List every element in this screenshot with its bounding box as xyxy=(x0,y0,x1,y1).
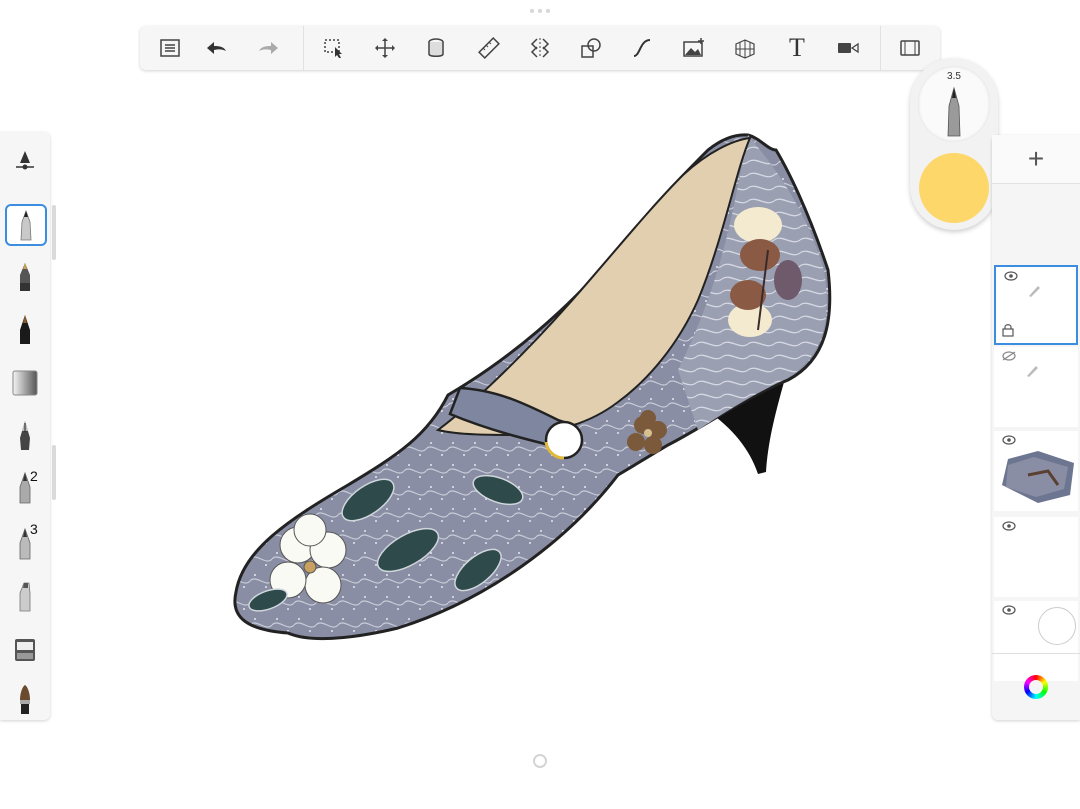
ink-pen-brush-icon[interactable] xyxy=(5,309,45,349)
fineliner-badge: 3 xyxy=(30,521,38,537)
layer-4[interactable] xyxy=(994,517,1078,597)
layer-1[interactable] xyxy=(994,265,1078,345)
fountain-pen-brush-icon[interactable] xyxy=(5,415,45,455)
layer-2[interactable] xyxy=(994,347,1078,427)
time-lapse-icon[interactable] xyxy=(832,32,864,64)
layer-thumbnail xyxy=(1027,366,1038,377)
toolbar-separator xyxy=(880,26,881,70)
brush-scroll-indicator[interactable] xyxy=(52,205,56,260)
import-image-icon[interactable] xyxy=(678,32,710,64)
color-wheel-icon[interactable] xyxy=(1024,675,1048,699)
drawing-canvas[interactable] xyxy=(228,130,848,650)
paintbrush-brush-icon[interactable] xyxy=(5,679,45,719)
curve-icon[interactable] xyxy=(626,32,658,64)
layer-3[interactable] xyxy=(994,431,1078,511)
brush-settings-icon[interactable] xyxy=(5,140,45,180)
background-layer[interactable] xyxy=(994,601,1078,681)
layer-panel: + xyxy=(992,135,1080,720)
perspective-icon[interactable] xyxy=(729,32,761,64)
fill-icon[interactable] xyxy=(420,32,452,64)
panel-divider xyxy=(992,653,1080,654)
paint-bucket-brush-icon[interactable] xyxy=(5,628,45,668)
text-tool-icon[interactable]: T xyxy=(781,32,813,64)
home-indicator[interactable] xyxy=(533,754,547,768)
ruler-icon[interactable] xyxy=(473,32,505,64)
eye-icon[interactable] xyxy=(1004,271,1018,281)
current-brush-icon xyxy=(947,86,961,137)
symmetry-icon[interactable] xyxy=(524,32,556,64)
marker-brush-icon[interactable] xyxy=(5,256,45,296)
chisel-brush-icon[interactable] xyxy=(5,576,45,616)
eraser-brush-icon[interactable] xyxy=(5,362,45,402)
brush-scroll-indicator[interactable] xyxy=(52,445,56,500)
selection-icon[interactable] xyxy=(318,32,350,64)
eye-icon[interactable] xyxy=(1002,605,1016,615)
fineliner-brush-icon[interactable] xyxy=(5,524,45,564)
add-layer-button[interactable]: + xyxy=(992,135,1080,184)
brush-puck[interactable]: 3.5 xyxy=(910,58,998,230)
current-color-swatch[interactable] xyxy=(919,153,989,223)
shape-icon[interactable] xyxy=(575,32,607,64)
background-color-swatch[interactable] xyxy=(1038,607,1076,645)
top-toolbar: T xyxy=(140,26,940,70)
brush-palette: 2 3 xyxy=(0,132,50,720)
toolbar-separator xyxy=(303,26,304,70)
layer-thumbnail xyxy=(1002,451,1074,503)
undo-icon[interactable] xyxy=(200,32,232,64)
eye-icon[interactable] xyxy=(1002,435,1016,445)
layers-menu-icon[interactable] xyxy=(154,32,186,64)
pencil-brush-icon[interactable] xyxy=(5,204,47,246)
eye-hidden-icon[interactable] xyxy=(1002,351,1016,361)
layer-thumbnail xyxy=(1029,286,1040,297)
eye-icon[interactable] xyxy=(1002,521,1016,531)
fullscreen-icon[interactable] xyxy=(894,32,926,64)
transform-icon[interactable] xyxy=(369,32,401,64)
redo-icon[interactable] xyxy=(253,32,285,64)
brush-size-value: 3.5 xyxy=(947,71,961,82)
text-tool-label: T xyxy=(789,33,805,62)
drag-handle[interactable] xyxy=(530,9,550,14)
lock-icon[interactable] xyxy=(1002,323,1014,337)
airbrush-badge: 2 xyxy=(30,468,38,484)
brush-size-control[interactable]: 3.5 xyxy=(918,66,990,142)
airbrush-brush-icon[interactable] xyxy=(5,468,45,508)
